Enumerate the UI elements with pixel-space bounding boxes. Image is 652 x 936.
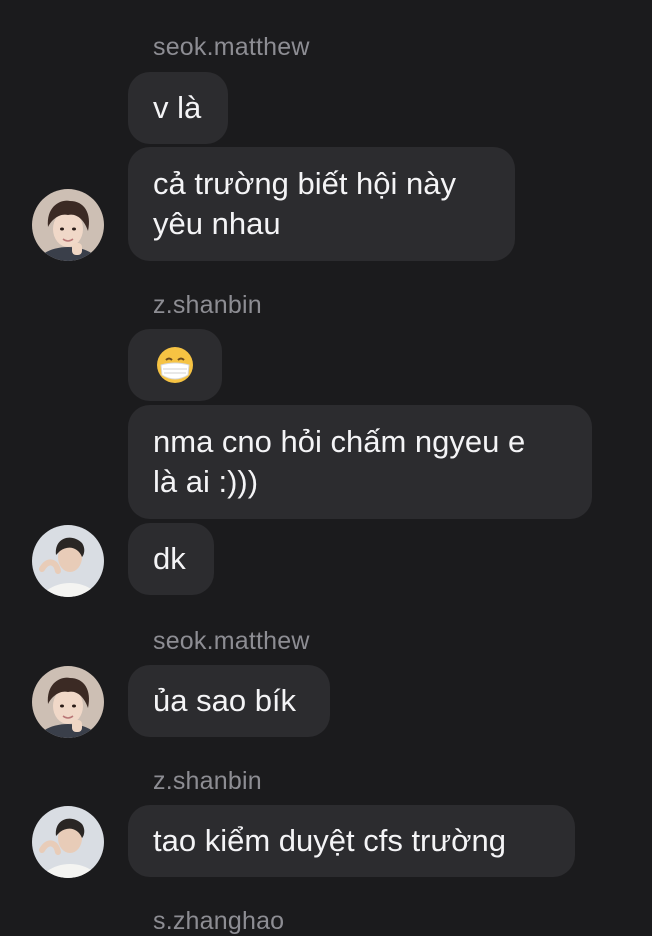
sender-name-s-zhanghao: s.zhanghao xyxy=(153,907,285,935)
avatar-image xyxy=(32,525,104,597)
message-bubble[interactable]: nma cno hỏi chấm ngyeu e là ai :))) xyxy=(128,405,592,519)
sender-name-seok-matthew: seok.matthew xyxy=(153,627,310,655)
message-text: v là xyxy=(153,90,202,125)
message-text-line: nma cno hỏi chấm ngyeu e xyxy=(153,424,526,459)
sender-name-seok-matthew: seok.matthew xyxy=(153,33,310,61)
message-text: ủa sao bík xyxy=(153,683,297,718)
avatar-z-shanbin[interactable] xyxy=(32,806,104,878)
avatar-image xyxy=(32,189,104,261)
message-bubble[interactable]: ủa sao bík xyxy=(128,665,330,737)
face-with-medical-mask-icon xyxy=(157,347,193,383)
message-text-line: cả trường biết hội này xyxy=(153,166,457,201)
message-text-line: yêu nhau xyxy=(153,206,281,241)
message-bubble[interactable]: tao kiểm duyệt cfs trường xyxy=(128,805,575,877)
sender-name-z-shanbin: z.shanbin xyxy=(153,767,262,795)
avatar-seok-matthew[interactable] xyxy=(32,189,104,261)
message-bubble[interactable]: cả trường biết hội này yêu nhau xyxy=(128,147,515,261)
chat-screen: { "messages": [ {"sender": "seok.matthew… xyxy=(0,0,652,935)
message-text: dk xyxy=(153,541,186,576)
avatar-z-shanbin[interactable] xyxy=(32,525,104,597)
message-bubble[interactable]: v là xyxy=(128,72,228,144)
sender-name-z-shanbin: z.shanbin xyxy=(153,291,262,319)
avatar-seok-matthew[interactable] xyxy=(32,666,104,738)
message-text: tao kiểm duyệt cfs trường xyxy=(153,823,506,858)
avatar-image xyxy=(32,666,104,738)
avatar-image xyxy=(32,806,104,878)
message-text-line: là ai :))) xyxy=(153,464,259,499)
message-bubble[interactable]: dk xyxy=(128,523,214,595)
message-bubble[interactable] xyxy=(128,329,222,401)
